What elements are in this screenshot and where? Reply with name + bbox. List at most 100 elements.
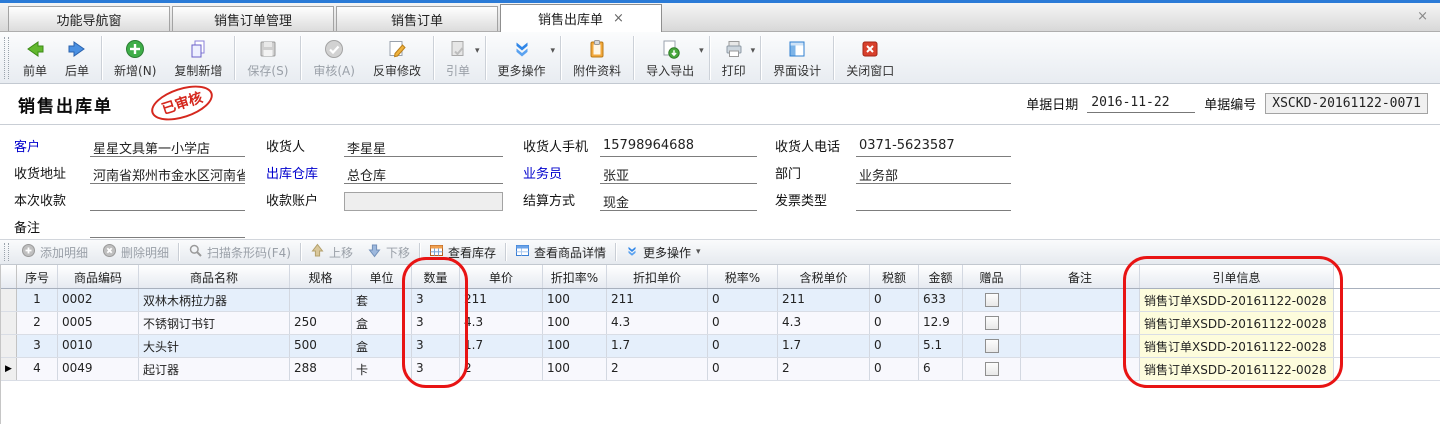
- more-detail-actions-button[interactable]: 更多操作 ▾: [618, 241, 708, 263]
- consignee-field[interactable]: 李星星: [344, 138, 503, 157]
- print-button[interactable]: 打印: [713, 32, 755, 83]
- cell-tax-rate[interactable]: 0: [708, 312, 778, 334]
- cell-tax-incl-price[interactable]: 211: [778, 289, 870, 311]
- salesman-label[interactable]: 业务员: [523, 163, 600, 184]
- row-selector[interactable]: [1, 312, 17, 334]
- cell-tax[interactable]: 0: [870, 335, 919, 357]
- cell-price[interactable]: 211: [460, 289, 543, 311]
- cell-discount-price[interactable]: 2: [607, 358, 708, 380]
- close-window-button[interactable]: 关闭窗口: [837, 32, 903, 83]
- cell-remark[interactable]: [1021, 358, 1140, 380]
- cell-price[interactable]: 4.3: [460, 312, 543, 334]
- doc-date-field[interactable]: 2016-11-22: [1087, 94, 1195, 113]
- cell-seq[interactable]: 2: [17, 312, 58, 334]
- cell-qty[interactable]: 3: [412, 289, 460, 311]
- cell-qty[interactable]: 3: [412, 335, 460, 357]
- scan-barcode-button[interactable]: 扫描条形码(F4): [181, 241, 298, 263]
- cell-ref-info[interactable]: 销售订单XSDD-20161122-0028: [1140, 358, 1334, 380]
- gift-checkbox[interactable]: [985, 316, 999, 330]
- move-down-button[interactable]: 下移: [360, 241, 417, 263]
- more-actions-button[interactable]: 更多操作: [489, 32, 555, 83]
- toolbar-grip[interactable]: [4, 243, 9, 261]
- cell-tax-rate[interactable]: 0: [708, 335, 778, 357]
- cell-code[interactable]: 0005: [58, 312, 139, 334]
- cell-code[interactable]: 0049: [58, 358, 139, 380]
- cell-remark[interactable]: [1021, 289, 1140, 311]
- tab-nav-window[interactable]: 功能导航窗: [8, 6, 170, 31]
- view-product-detail-button[interactable]: 查看商品详情: [508, 241, 613, 263]
- invoice-type-field[interactable]: [856, 192, 1011, 211]
- row-selector[interactable]: [1, 289, 17, 311]
- cell-tax[interactable]: 0: [870, 358, 919, 380]
- tabbar-close-icon[interactable]: ×: [1417, 9, 1428, 24]
- caret-down-icon[interactable]: ▾: [751, 46, 756, 56]
- salesman-field[interactable]: 张亚: [600, 165, 757, 184]
- cell-discount-rate[interactable]: 100: [543, 335, 607, 357]
- remark-field[interactable]: [90, 219, 245, 238]
- save-button[interactable]: 保存(S): [238, 32, 297, 83]
- cell-tax[interactable]: 0: [870, 312, 919, 334]
- copy-add-button[interactable]: 复制新增: [165, 32, 231, 83]
- mobile-field[interactable]: 15798964688: [600, 138, 757, 157]
- move-up-button[interactable]: 上移: [303, 241, 360, 263]
- cell-qty[interactable]: 3: [412, 358, 460, 380]
- cell-price[interactable]: 1.7: [460, 335, 543, 357]
- cell-code[interactable]: 0002: [58, 289, 139, 311]
- tab-sales-order-mgmt[interactable]: 销售订单管理: [172, 6, 334, 31]
- cell-tax-incl-price[interactable]: 4.3: [778, 312, 870, 334]
- address-field[interactable]: 河南省郑州市金水区河南省: [90, 165, 245, 184]
- cell-ref-info[interactable]: 销售订单XSDD-20161122-0028: [1140, 289, 1334, 311]
- caret-down-icon[interactable]: ▾: [699, 46, 704, 56]
- cell-unit[interactable]: 套: [352, 289, 412, 311]
- gift-checkbox[interactable]: [985, 293, 999, 307]
- row-selector[interactable]: [1, 335, 17, 357]
- cell-name[interactable]: 双林木柄拉力器: [139, 289, 290, 311]
- cell-unit[interactable]: 盒: [352, 335, 412, 357]
- add-detail-button[interactable]: 添加明细: [14, 241, 95, 263]
- unaudit-button[interactable]: 反审修改: [364, 32, 430, 83]
- cell-price[interactable]: 2: [460, 358, 543, 380]
- customer-label[interactable]: 客户: [14, 136, 90, 157]
- cell-seq[interactable]: 3: [17, 335, 58, 357]
- warehouse-field[interactable]: 总仓库: [344, 165, 503, 184]
- view-stock-button[interactable]: 查看库存: [422, 241, 503, 263]
- cell-spec[interactable]: 250: [290, 312, 352, 334]
- cell-unit[interactable]: 卡: [352, 358, 412, 380]
- pull-order-button[interactable]: 引单: [437, 32, 479, 83]
- toolbar-grip[interactable]: [4, 37, 9, 79]
- cell-remark[interactable]: [1021, 312, 1140, 334]
- cell-code[interactable]: 0010: [58, 335, 139, 357]
- cell-remark[interactable]: [1021, 335, 1140, 357]
- cell-discount-price[interactable]: 211: [607, 289, 708, 311]
- cell-discount-price[interactable]: 4.3: [607, 312, 708, 334]
- tab-sales-outbound[interactable]: 销售出库单 ×: [500, 4, 662, 32]
- cell-discount-price[interactable]: 1.7: [607, 335, 708, 357]
- cell-unit[interactable]: 盒: [352, 312, 412, 334]
- cell-name[interactable]: 起订器: [139, 358, 290, 380]
- prev-order-button[interactable]: 前单: [14, 32, 56, 83]
- cell-spec[interactable]: 500: [290, 335, 352, 357]
- cell-tax-rate[interactable]: 0: [708, 358, 778, 380]
- caret-down-icon[interactable]: ▾: [551, 46, 556, 56]
- phone-field[interactable]: 0371-5623587: [856, 138, 1011, 157]
- ui-design-button[interactable]: 界面设计: [764, 32, 830, 83]
- gift-checkbox[interactable]: [985, 339, 999, 353]
- import-export-button[interactable]: 导入导出: [637, 32, 703, 83]
- account-field[interactable]: [344, 192, 503, 211]
- cell-tax[interactable]: 0: [870, 289, 919, 311]
- delete-detail-button[interactable]: 删除明细: [95, 241, 176, 263]
- gift-checkbox[interactable]: [985, 362, 999, 376]
- settlement-field[interactable]: 现金: [600, 192, 757, 211]
- warehouse-label[interactable]: 出库仓库: [266, 163, 344, 184]
- cell-spec[interactable]: [290, 289, 352, 311]
- add-new-button[interactable]: 新增(N): [105, 32, 165, 83]
- cell-spec[interactable]: 288: [290, 358, 352, 380]
- cell-ref-info[interactable]: 销售订单XSDD-20161122-0028: [1140, 312, 1334, 334]
- cell-name[interactable]: 不锈钢订书钉: [139, 312, 290, 334]
- attachments-button[interactable]: 附件资料: [564, 32, 630, 83]
- tab-close-icon[interactable]: ×: [613, 12, 624, 25]
- cell-tax-incl-price[interactable]: 1.7: [778, 335, 870, 357]
- caret-down-icon[interactable]: ▾: [475, 46, 480, 56]
- cell-amount[interactable]: 12.9: [919, 312, 963, 334]
- cell-seq[interactable]: 4: [17, 358, 58, 380]
